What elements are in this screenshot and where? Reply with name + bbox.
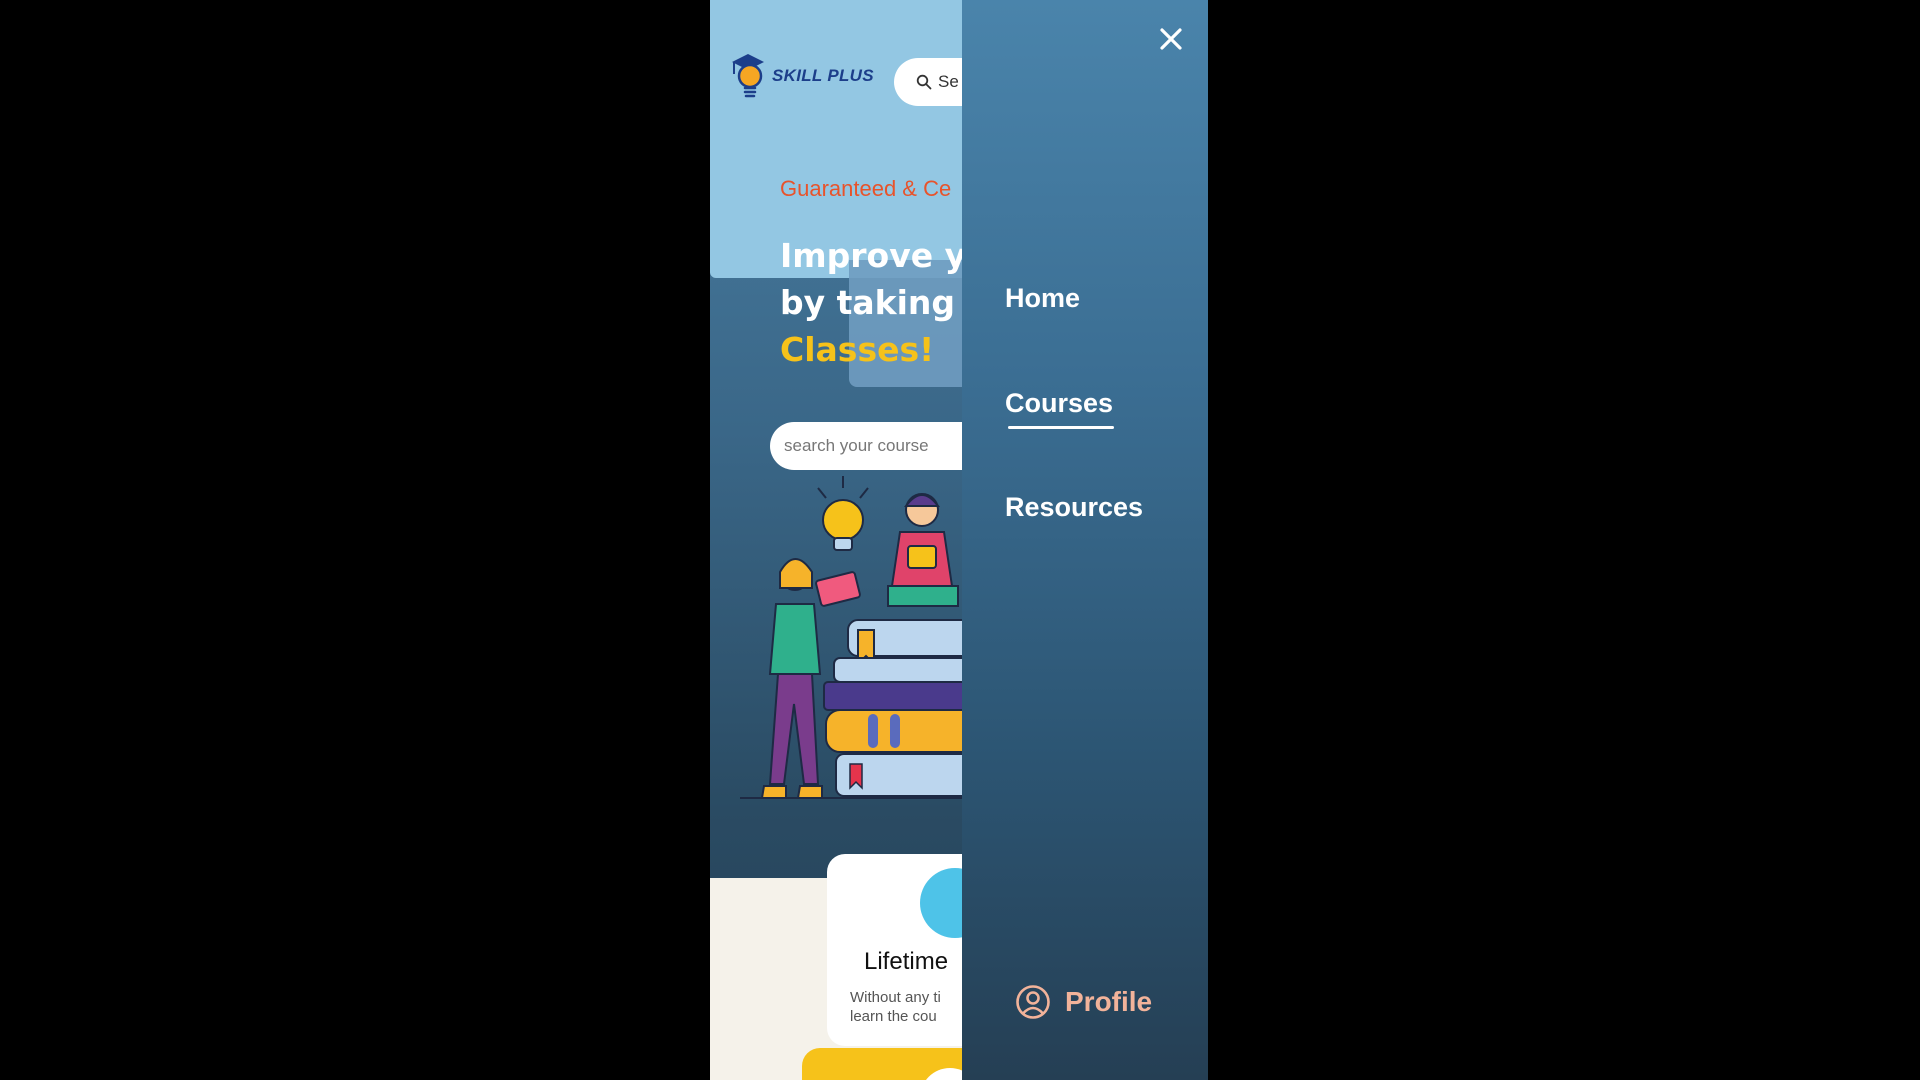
profile-label: Profile (1065, 986, 1153, 1017)
hero-heading: Improve y by taking Classes! (780, 232, 966, 373)
course-search-placeholder: search your course (784, 436, 929, 455)
hero-line-2: by taking (780, 283, 956, 322)
close-drawer-button[interactable] (1156, 24, 1186, 54)
hero-tagline: Guaranteed & Ce (780, 176, 952, 201)
mobile-viewport: SKILL PLUS Se Guaranteed & Ce Improve y … (710, 0, 1208, 1080)
user-circle-icon (1016, 985, 1050, 1019)
profile-button[interactable]: Profile (1015, 984, 1152, 1020)
hero-line-3: Classes! (780, 330, 935, 369)
nav-item-courses[interactable]: Courses (1005, 388, 1113, 419)
hero-line-1: Improve y (780, 236, 967, 275)
nav-item-resources[interactable]: Resources (1005, 492, 1143, 523)
brand-name: SKILL PLUS (772, 66, 874, 85)
hero-illustration (740, 476, 980, 799)
lightbulb-graduation-cap-icon (732, 54, 764, 98)
active-nav-indicator (1008, 426, 1114, 429)
header-search-text: Se (938, 72, 959, 91)
search-icon (916, 74, 932, 90)
nav-item-home[interactable]: Home (1005, 283, 1080, 314)
feature-title: Lifetime (864, 948, 949, 975)
close-icon (1160, 28, 1182, 50)
brand-logo[interactable]: SKILL PLUS (730, 48, 874, 104)
navigation-drawer: Home Courses Resources Profile (962, 0, 1208, 1080)
